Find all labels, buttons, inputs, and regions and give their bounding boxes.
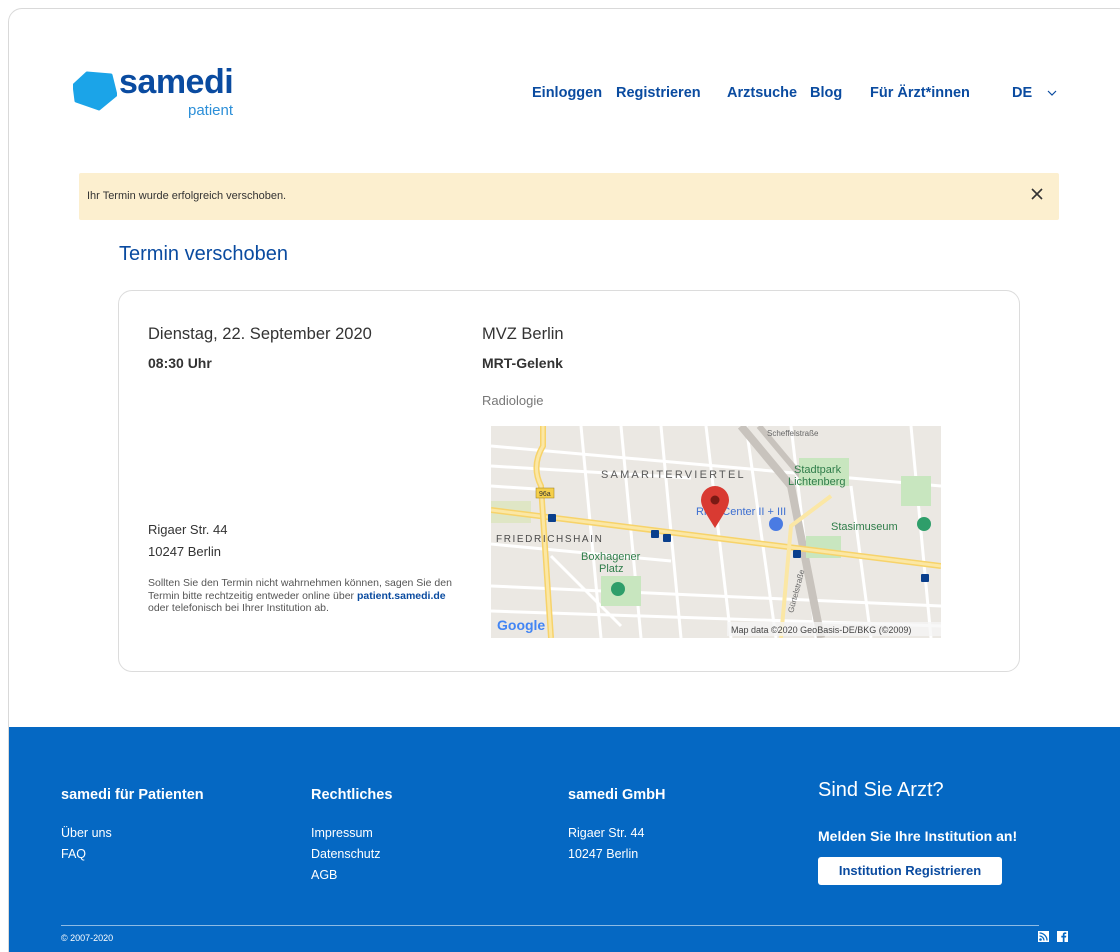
map-label-samariterviertel: SAMARITERVIERTEL [601,469,746,481]
institution-name: MVZ Berlin [482,325,564,343]
cancellation-note: Sollten Sie den Termin nicht wahrnehmen … [148,577,468,615]
chevron-down-icon[interactable] [1047,89,1057,97]
copyright: © 2007-2020 [61,933,114,943]
shopping-icon [769,517,783,531]
footer-doctor-cta: Melden Sie Ihre Institution an! [818,828,1018,844]
map-label-friedrichshain: FRIEDRICHSHAIN [496,534,603,545]
success-alert: Ihr Termin wurde erfolgreich verschoben. [79,173,1059,220]
social-icons [1038,929,1069,947]
page-frame: samedi patient Einloggen Registrieren Ar… [8,8,1120,952]
appointment-card: Dienstag, 22. September 2020 08:30 Uhr M… [118,290,1020,672]
footer-heading-legal: Rechtliches [311,787,393,803]
facebook-icon[interactable] [1057,931,1069,942]
park-icon [611,582,625,596]
map-label-route-96a: 96a [539,491,551,498]
footer-divider [61,925,1039,926]
note-text-end: oder telefonisch bei Ihrer Institution a… [148,602,329,614]
footer-link-about[interactable]: Über uns [61,826,112,840]
map-label-lichtenberg: Lichtenberg [788,476,846,488]
appointment-time: 08:30 Uhr [148,355,212,371]
map-attribution: Map data ©2020 GeoBasis-DE/BKG (©2009) [731,625,911,635]
address-street: Rigaer Str. 44 [148,522,228,537]
samedi-patient-link[interactable]: patient.samedi.de [357,590,446,602]
footer-heading-company: samedi GmbH [568,787,666,803]
nav-blog[interactable]: Blog [810,85,842,101]
nav-for-doctors[interactable]: Für Ärzt*innen [870,85,970,101]
rss-icon[interactable] [1038,931,1049,942]
museum-icon [917,517,931,531]
map-label-scheffelstrasse: Scheffelstraße [767,429,819,438]
department-name: Radiologie [482,393,544,408]
appointment-date: Dienstag, 22. September 2020 [148,325,372,343]
footer-heading-patients: samedi für Patienten [61,787,204,803]
google-logo: Google [497,617,545,633]
alert-message: Ihr Termin wurde erfolgreich verschoben. [87,190,287,202]
footer-link-impressum[interactable]: Impressum [311,826,373,840]
address-city: 10247 Berlin [148,544,221,559]
nav-login[interactable]: Einloggen [532,85,602,101]
nav-register[interactable]: Registrieren [616,85,701,101]
site-footer: samedi für Patienten Über uns FAQ Rechtl… [9,727,1120,952]
main-nav: Einloggen Registrieren Arztsuche Blog Fü… [9,85,1120,107]
location-map[interactable]: SAMARITERVIERTEL Stadtpark Lichtenberg F… [491,426,941,638]
footer-link-faq[interactable]: FAQ [61,847,86,861]
map-canvas: SAMARITERVIERTEL Stadtpark Lichtenberg F… [491,426,941,638]
footer-link-terms[interactable]: AGB [311,868,337,882]
page-title: Termin verschoben [119,243,288,265]
service-name: MRT-Gelenk [482,355,563,371]
map-label-stadtpark: Stadtpark [794,464,842,476]
footer-company-street: Rigaer Str. 44 [568,826,645,840]
map-label-boxhagener: Boxhagener [581,551,641,563]
footer-doctor-heading: Sind Sie Arzt? [818,779,944,801]
language-selector[interactable]: DE [1012,85,1032,101]
register-institution-button[interactable]: Institution Registrieren [818,857,1002,885]
map-label-platz: Platz [599,563,623,575]
close-icon[interactable] [1029,186,1045,202]
footer-company-city: 10247 Berlin [568,847,639,861]
footer-link-privacy[interactable]: Datenschutz [311,847,380,861]
map-label-stasimuseum: Stasimuseum [831,521,898,533]
nav-doctor-search[interactable]: Arztsuche [727,85,797,101]
